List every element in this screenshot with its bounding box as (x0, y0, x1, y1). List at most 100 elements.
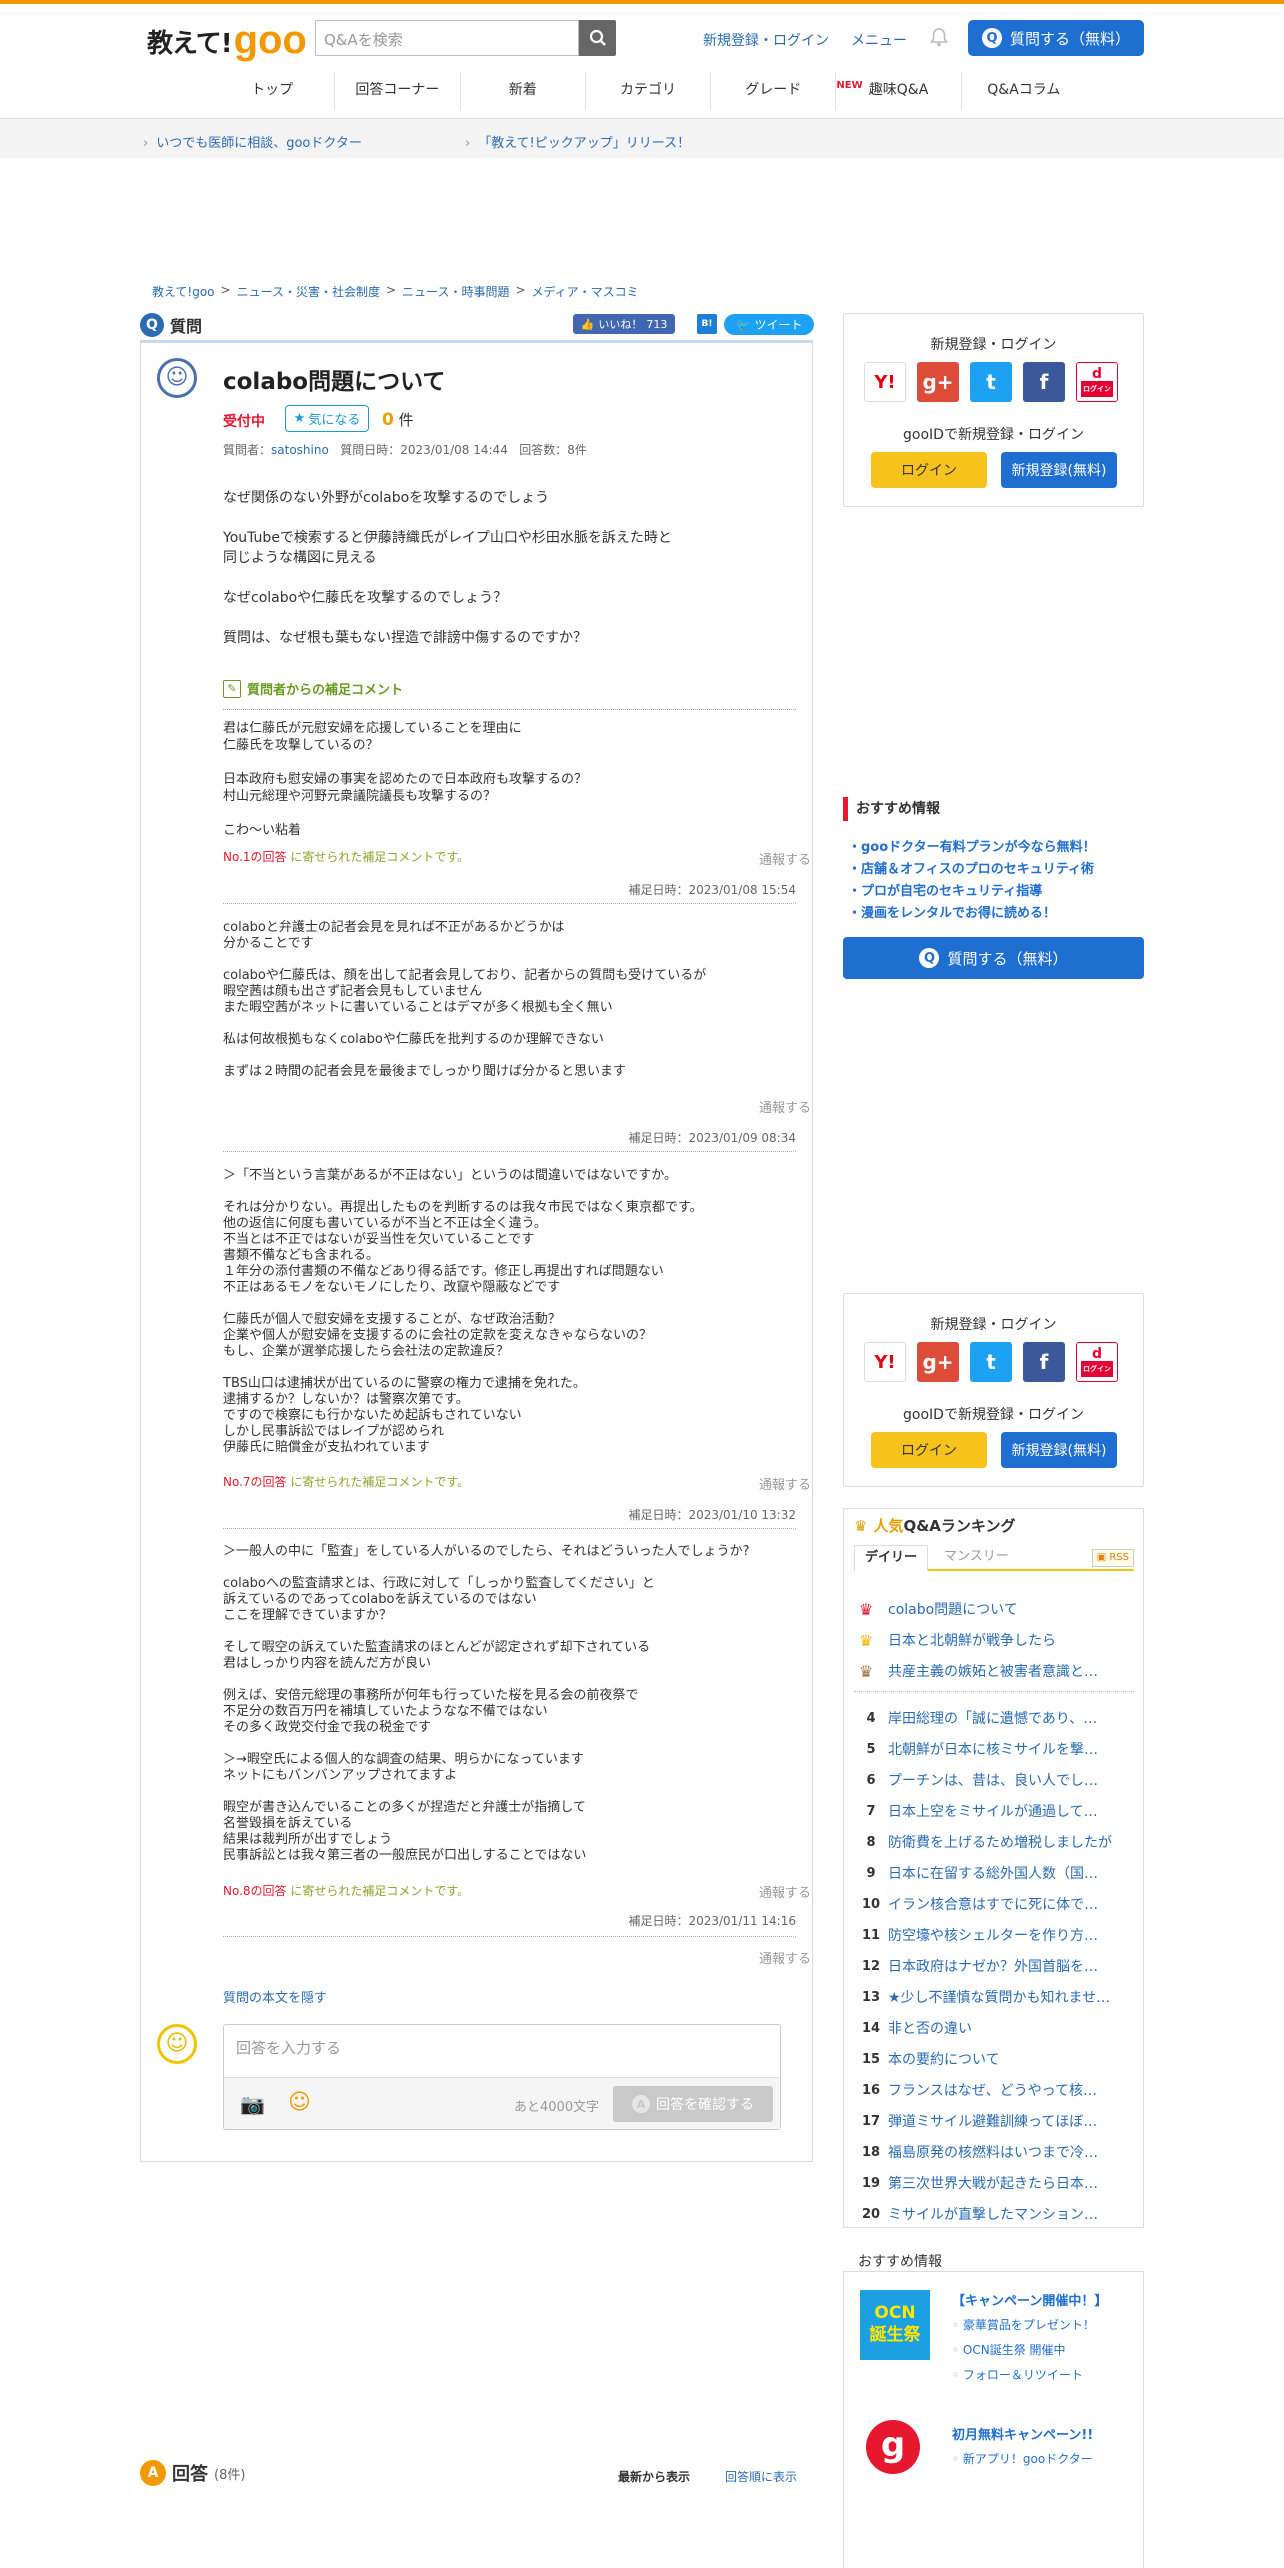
rank-question-link[interactable]: colabo問題について (888, 1599, 1018, 1619)
ranking-row[interactable]: 20 ミサイルが直撃したマンション… (854, 2198, 1134, 2230)
rank-question-link[interactable]: 日本に在留する総外国人数（国… (888, 1863, 1098, 1883)
answer-input[interactable]: 回答を入力する (236, 2037, 341, 2058)
rank-question-link[interactable]: 弾道ミサイル避難訓練ってほぼ… (888, 2111, 1097, 2131)
ocn-logo[interactable]: OCN 誕生祭 (860, 2290, 930, 2360)
recommended-link[interactable]: ・プロが自宅のセキュリティ指導 (848, 880, 1042, 899)
google-login-icon[interactable]: g+ (917, 1342, 959, 1382)
twitter-login-icon[interactable]: t (970, 362, 1012, 402)
ranking-row[interactable]: 19 第三次世界大戦が起きたら日本… (854, 2167, 1134, 2199)
source-answer-no[interactable]: No.7の回答 (223, 1475, 287, 1489)
ranking-row[interactable]: 5 北朝鮮が日本に核ミサイルを撃… (854, 1733, 1134, 1765)
rank-question-link[interactable]: 防空壕や核シェルターを作り方… (888, 1925, 1098, 1945)
ranking-row[interactable]: 7 日本上空をミサイルが通過して… (854, 1795, 1134, 1827)
recommended-link[interactable]: ・漫画をレンタルでお得に読める！ (848, 902, 1056, 921)
rank-question-link[interactable]: 防衛費を上げるため増税しましたが (888, 1832, 1112, 1852)
breadcrumb-item[interactable]: ニュース・時事問題 (402, 283, 509, 300)
rank-question-link[interactable]: 日本上空をミサイルが通過して… (888, 1801, 1098, 1821)
docomo-login-icon[interactable]: d ログイン (1076, 362, 1118, 402)
confirm-answer-button[interactable]: A 回答を確認する (613, 2086, 773, 2122)
sidebar-ask-button[interactable]: Q 質問する（無料） (843, 937, 1144, 979)
ranking-row[interactable]: 8 防衛費を上げるため増税しましたが (854, 1826, 1134, 1858)
signup-login-link[interactable]: 新規登録・ログイン (703, 30, 829, 50)
rank-question-link[interactable]: フランスはなぜ、どうやって核… (888, 2080, 1097, 2100)
report-link[interactable]: 通報する (759, 1948, 811, 1967)
ranking-row[interactable]: 11 防空壕や核シェルターを作り方… (854, 1919, 1134, 1951)
report-link[interactable]: 通報する (759, 849, 811, 868)
ranking-row[interactable]: 12 日本政府はナゼか？外国首脳を… (854, 1950, 1134, 1982)
yahoo-login-icon[interactable]: Y! (864, 362, 906, 402)
ranking-row[interactable]: 13 ★少し不謹慎な質問かも知れませ… (854, 1981, 1134, 2013)
report-link[interactable]: 通報する (759, 1474, 811, 1493)
search-button[interactable] (579, 20, 616, 56)
ocn-campaign-item[interactable]: OCN誕生祭 開催中 (952, 2341, 1066, 2358)
rank-question-link[interactable]: ★少し不謹慎な質問かも知れませ… (888, 1987, 1110, 2007)
yahoo-login-icon[interactable]: Y! (864, 1342, 906, 1382)
ranking-row[interactable]: ♛ 共産主義の嫉妬と被害者意識と… (854, 1655, 1134, 1687)
nav-item[interactable]: トップ (210, 72, 336, 110)
facebook-login-icon[interactable]: f (1023, 362, 1065, 402)
rank-question-link[interactable]: 岸田総理の「誠に遺憾であり、… (888, 1708, 1097, 1728)
signup-button[interactable]: 新規登録(無料) (1001, 1432, 1117, 1468)
report-link[interactable]: 通報する (759, 1882, 811, 1901)
facebook-like-button[interactable]: 👍 いいね！ 713 (573, 314, 675, 334)
login-button[interactable]: ログイン (871, 1432, 987, 1468)
watch-button[interactable]: ★ 気になる (285, 405, 369, 432)
subbar-link-pickup[interactable]: 「教えて!ピックアップ」リリース！ (465, 132, 690, 151)
sort-oldest[interactable]: 回答順に表示 (725, 2468, 797, 2485)
goo-campaign-title[interactable]: 初月無料キャンペーン!! (952, 2424, 1093, 2443)
rank-question-link[interactable]: ミサイルが直撃したマンション… (888, 2204, 1098, 2224)
ranking-row[interactable]: 4 岸田総理の「誠に遺憾であり、… (854, 1702, 1134, 1734)
rank-question-link[interactable]: 共産主義の嫉妬と被害者意識と… (888, 1661, 1098, 1681)
nav-item[interactable]: 回答コーナー (335, 72, 461, 110)
rank-question-link[interactable]: 非と否の違い (888, 2018, 972, 2038)
tweet-button[interactable]: 🐦 ツイート (724, 314, 814, 335)
goo-campaign-item[interactable]: 新アプリ！gooドクター (952, 2450, 1093, 2467)
rank-question-link[interactable]: 北朝鮮が日本に核ミサイルを撃… (888, 1739, 1098, 1759)
breadcrumb-item[interactable]: ニュース・災害・社会制度 (237, 283, 380, 300)
camera-icon[interactable]: 📷 (240, 2092, 265, 2116)
rank-question-link[interactable]: 第三次世界大戦が起きたら日本… (888, 2173, 1098, 2193)
rank-question-link[interactable]: 本の要約について (888, 2049, 1000, 2069)
bell-icon[interactable] (928, 26, 950, 48)
facebook-login-icon[interactable]: f (1023, 1342, 1065, 1382)
nav-item[interactable]: グレード (711, 72, 837, 110)
source-answer-no[interactable]: No.1の回答 (223, 850, 287, 864)
ranking-row[interactable]: 9 日本に在留する総外国人数（国… (854, 1857, 1134, 1889)
twitter-login-icon[interactable]: t (970, 1342, 1012, 1382)
breadcrumb-item[interactable]: 教えて!goo (152, 283, 215, 300)
site-logo[interactable]: 教えて! goo (147, 14, 307, 60)
nav-item[interactable]: NEW 趣味Q&A (836, 72, 962, 110)
rank-question-link[interactable]: 福島原発の核燃料はいつまで冷… (888, 2142, 1098, 2162)
rank-question-link[interactable]: プーチンは、昔は、良い人でし… (888, 1770, 1098, 1790)
ranking-row[interactable]: 14 非と否の違い (854, 2012, 1134, 2044)
report-link[interactable]: 通報する (759, 1097, 811, 1116)
nav-item[interactable]: 新着 (461, 72, 586, 110)
subbar-link-doctor[interactable]: いつでも医師に相談、gooドクター (143, 132, 362, 151)
nav-item[interactable]: カテゴリ (586, 72, 712, 110)
rank-question-link[interactable]: イラン核合意はすでに死に体で… (888, 1894, 1098, 1914)
tab-daily[interactable]: デイリー (854, 1545, 929, 1571)
ranking-row[interactable]: 15 本の要約について (854, 2043, 1134, 2075)
rank-question-link[interactable]: 日本と北朝鮮が戦争したら (888, 1630, 1056, 1650)
ocn-campaign-title[interactable]: 【キャンペーン開催中！】 (952, 2290, 1107, 2309)
recommended-link[interactable]: ・店舗＆オフィスのプロのセキュリティ術 (848, 858, 1094, 877)
ocn-campaign-item[interactable]: フォロー＆リツイート (952, 2366, 1083, 2383)
tab-monthly[interactable]: マンスリー (934, 1545, 1019, 1571)
google-login-icon[interactable]: g+ (917, 362, 959, 402)
ranking-row[interactable]: 6 プーチンは、昔は、良い人でし… (854, 1764, 1134, 1796)
docomo-login-icon[interactable]: d ログイン (1076, 1342, 1118, 1382)
menu-link[interactable]: メニュー (851, 30, 907, 50)
ranking-row[interactable]: ♛ colabo問題について (854, 1593, 1134, 1625)
recommended-link[interactable]: ・gooドクター有料プランが今なら無料！ (848, 836, 1096, 855)
ask-question-button[interactable]: Q 質問する（無料） (968, 20, 1144, 56)
search-input[interactable]: Q&Aを検索 (315, 20, 579, 56)
ranking-row[interactable]: 16 フランスはなぜ、どうやって核… (854, 2074, 1134, 2106)
hide-question-body-link[interactable]: 質問の本文を隠す (223, 1987, 327, 2006)
emoji-icon[interactable]: ☺ (288, 2090, 311, 2115)
breadcrumb-item[interactable]: メディア・マスコミ (532, 283, 639, 300)
ranking-row[interactable]: 17 弾道ミサイル避難訓練ってほぼ… (854, 2105, 1134, 2137)
asker-link[interactable]: satoshino (271, 443, 329, 457)
sort-newest[interactable]: 最新から表示 (618, 2468, 690, 2485)
nav-item[interactable]: Q&Aコラム (962, 72, 1086, 110)
signup-button[interactable]: 新規登録(無料) (1001, 452, 1117, 488)
